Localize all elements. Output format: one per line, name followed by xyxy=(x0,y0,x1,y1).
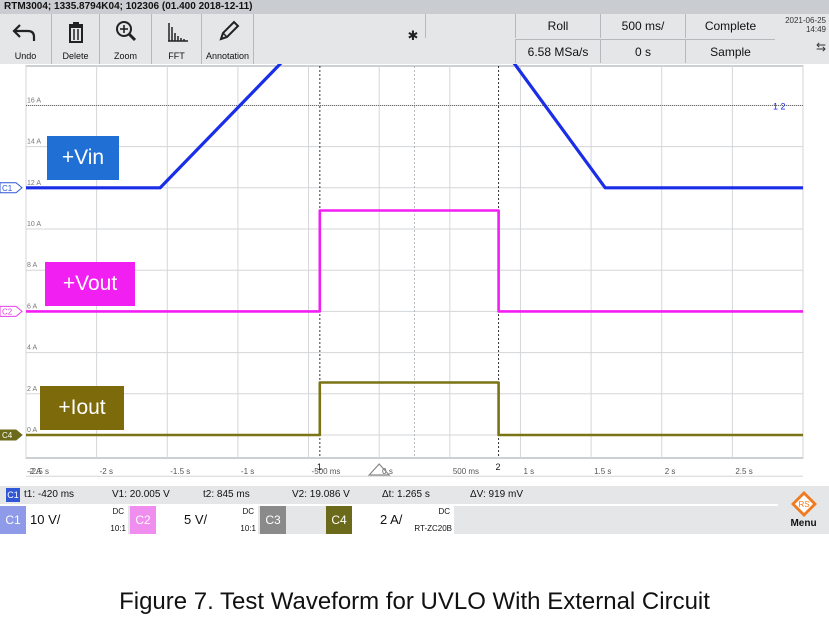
date-text: 2021-06-25 xyxy=(785,16,826,25)
acquisition-state[interactable]: Complete xyxy=(685,14,775,38)
channel-c4[interactable]: C4 2 A/ DC RT-ZC20B xyxy=(326,506,454,534)
timebase-value[interactable]: 500 ms/ xyxy=(600,14,685,38)
channel-reference-label: C1 xyxy=(2,184,13,193)
undo-button[interactable]: Undo xyxy=(0,14,52,64)
usb-icon: ⇆ xyxy=(815,40,826,54)
x-tick-label: -1.5 s xyxy=(170,467,190,476)
x-tick-label: 2.5 s xyxy=(735,467,752,476)
cursor-measurements: C1 t1: -420 ms V1: 20.005 V t2: 845 ms V… xyxy=(0,486,829,504)
v1-readout: V1: 20.005 V xyxy=(112,489,170,500)
t2-readout: t2: 845 ms xyxy=(203,489,250,500)
dt-readout: Δt: 1.265 s xyxy=(382,489,430,500)
trash-icon xyxy=(52,19,99,43)
x-tick-label: 2 s xyxy=(665,467,676,476)
fft-icon xyxy=(152,19,201,43)
x-tick-label: 1 s xyxy=(523,467,534,476)
zoom-button[interactable]: Zoom xyxy=(100,14,152,64)
v2-readout: V2: 19.086 V xyxy=(292,489,350,500)
channel-c3[interactable]: C3 xyxy=(260,506,326,534)
channel-c2[interactable]: C2 5 V/ DC 10:1 xyxy=(130,506,258,534)
measurement-channel-tag: C1 xyxy=(6,488,20,502)
channel-bar: C1 10 V/ DC 10:1 C2 5 V/ DC 10:1 C3 C4 2… xyxy=(0,506,829,534)
x-tick-label: 1.5 s xyxy=(594,467,611,476)
y-tick-label: 12 A xyxy=(27,180,41,187)
y-tick-label: 14 A xyxy=(27,139,41,146)
date-time: 2021-06-25 14:49 ⇆ xyxy=(776,14,829,64)
figure-caption: Figure 7. Test Waveform for UVLO With Ex… xyxy=(119,588,710,615)
cursor-level-marker: 1 2 xyxy=(773,101,786,111)
sample-rate-value[interactable]: 6.58 MSa/s xyxy=(515,39,600,63)
menu-button[interactable]: RS Menu xyxy=(778,486,829,534)
channel-c1[interactable]: C1 10 V/ DC 10:1 xyxy=(0,506,128,534)
title-bar: RTM3004; 1335.8794K04; 102306 (01.400 20… xyxy=(0,0,829,14)
menu-label: Menu xyxy=(790,518,817,529)
svg-text:RS: RS xyxy=(798,500,809,509)
channel-reference-label: C4 xyxy=(2,431,13,440)
dv-readout: ΔV: 919 mV xyxy=(470,489,523,500)
y-tick-label: 0 A xyxy=(27,427,37,434)
series-label-1: +Vin xyxy=(47,136,119,180)
delete-button[interactable]: Delete xyxy=(52,14,100,64)
rs-logo-icon: RS xyxy=(790,490,818,518)
pencil-icon xyxy=(202,19,253,43)
window-title: RTM3004; 1335.8794K04; 102306 (01.400 20… xyxy=(4,1,253,12)
t1-readout: t1: -420 ms xyxy=(24,489,75,500)
time-cursor-label: 2 xyxy=(496,462,501,472)
y-tick-label: 2 A xyxy=(27,386,37,393)
y-tick-label: 6 A xyxy=(27,303,37,310)
series-label-3: +Iout xyxy=(40,386,124,430)
acquisition-status: Roll 500 ms/ Complete 6.58 MSa/s 0 s Sam… xyxy=(425,14,775,64)
y-tick-label: 8 A xyxy=(27,262,37,269)
annotation-button[interactable]: Annotation xyxy=(202,14,254,64)
mode-value[interactable]: Roll xyxy=(515,14,600,38)
time-text: 14:49 xyxy=(805,25,826,34)
acquisition-mode[interactable]: Sample xyxy=(685,39,775,63)
x-tick-label: -1 s xyxy=(241,467,254,476)
x-tick-label: -2 s xyxy=(100,467,113,476)
y-tick-label: 10 A xyxy=(27,221,41,228)
x-tick-label: 500 ms xyxy=(453,467,479,476)
offset-value[interactable]: 0 s xyxy=(600,39,685,63)
undo-icon xyxy=(0,19,51,43)
zoom-icon xyxy=(100,19,151,43)
y-tick-label: 4 A xyxy=(27,345,37,352)
time-cursor-label: 1 xyxy=(317,462,322,472)
series-label-2: +Vout xyxy=(45,262,135,306)
fft-button[interactable]: FFT xyxy=(152,14,202,64)
gear-icon[interactable]: ✱ xyxy=(404,14,422,64)
y-tick-label: 16 A xyxy=(27,97,41,104)
x-axis-left-label: -2 A xyxy=(27,467,42,476)
channel-reference-label: C2 xyxy=(2,307,13,316)
